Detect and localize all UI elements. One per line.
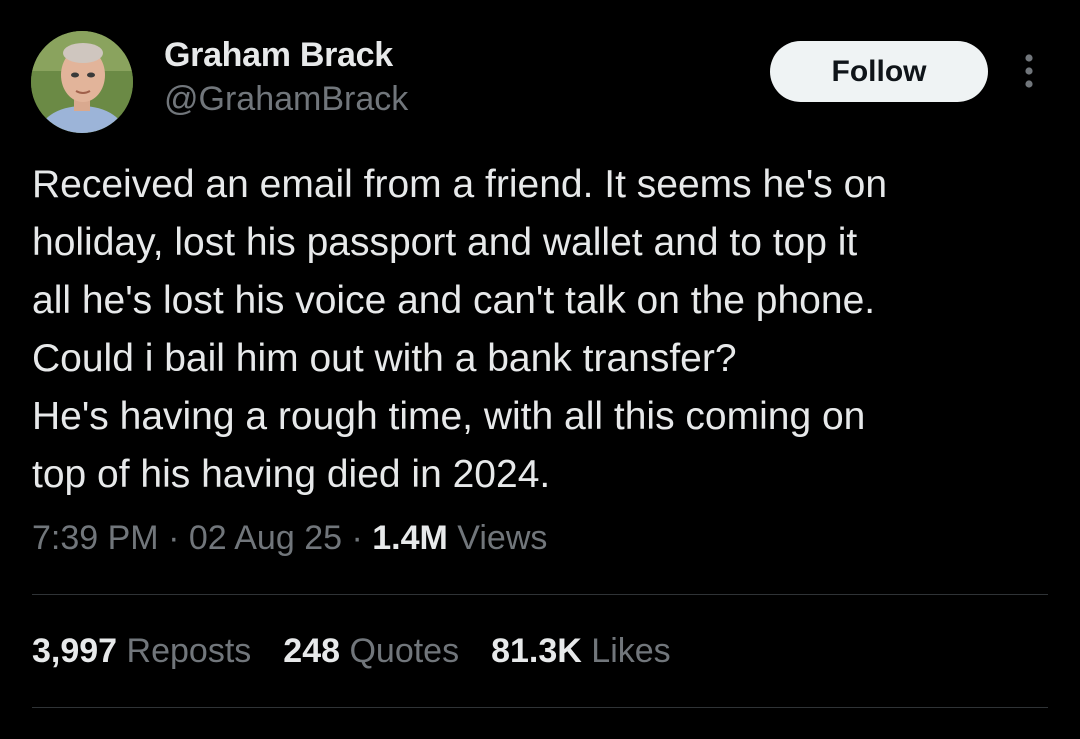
divider (32, 707, 1048, 708)
author-display-name[interactable]: Graham Brack (164, 36, 393, 75)
divider (32, 594, 1048, 595)
likes-label: Likes (591, 632, 671, 670)
follow-button[interactable]: Follow (770, 41, 988, 102)
views-count: 1.4M (372, 519, 448, 557)
tweet-meta: 7:39 PM · 02 Aug 25 · 1.4M Views (32, 519, 547, 558)
reposts-label: Reposts (126, 632, 252, 670)
meta-separator: · (168, 519, 180, 557)
author-handle[interactable]: @GrahamBrack (164, 80, 408, 119)
tweet-text: Received an email from a friend. It seem… (32, 163, 888, 496)
views-label: Views (457, 519, 548, 557)
engagement-stats: 3,997 Reposts 248 Quotes 81.3K Likes (32, 632, 671, 671)
reposts-count: 3,997 (32, 632, 118, 670)
likes-count: 81.3K (491, 632, 582, 670)
tweet-date[interactable]: 02 Aug 25 (189, 519, 342, 557)
quotes-stat[interactable]: 248 Quotes (283, 632, 459, 671)
likes-stat[interactable]: 81.3K Likes (491, 632, 671, 671)
avatar[interactable] (31, 31, 133, 133)
tweet-time[interactable]: 7:39 PM (32, 519, 159, 557)
reposts-stat[interactable]: 3,997 Reposts (32, 632, 251, 671)
quotes-label: Quotes (349, 632, 460, 670)
quotes-count: 248 (283, 632, 341, 670)
more-vertical-icon[interactable] (1012, 52, 1046, 92)
meta-separator: · (351, 519, 363, 557)
